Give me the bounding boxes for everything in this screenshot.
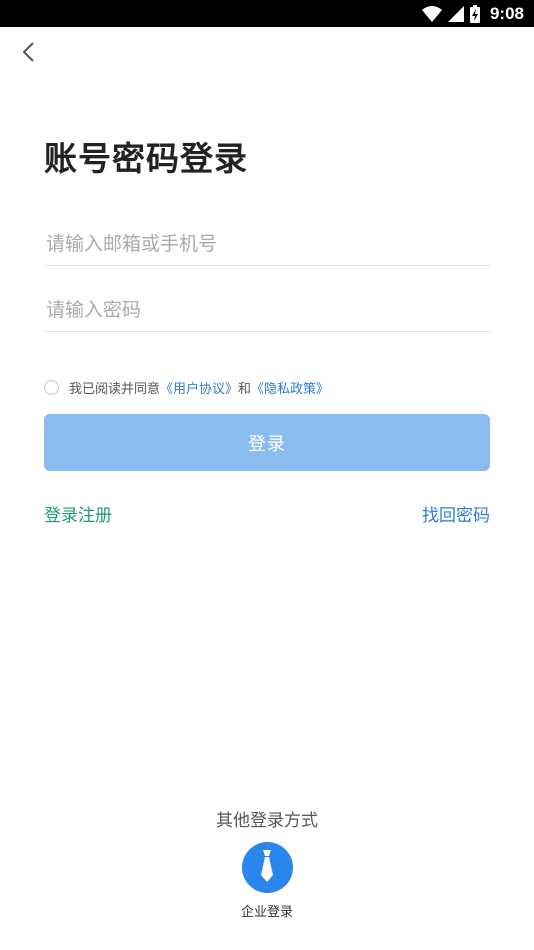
enterprise-login-label: 企业登录 [240,905,293,920]
agreement-row: 我已阅读并同意 《用户协议》 和 《隐私政策》 [44,378,329,397]
account-input[interactable] [44,222,490,266]
privacy-policy-link[interactable]: 《隐私政策》 [251,378,329,397]
other-login-title: 其他登录方式 [216,811,318,831]
agreement-conjunction: 和 [238,382,252,397]
back-button[interactable] [14,40,42,68]
battery-charging-icon [469,4,480,23]
enterprise-login-circle[interactable] [241,842,293,893]
enterprise-login-button[interactable]: 企业登录 [217,842,317,920]
forgot-password-link[interactable]: 找回密码 [422,501,490,526]
agreement-prefix: 我已阅读并同意 [69,382,161,397]
agreement-checkbox[interactable] [44,380,59,395]
user-agreement-link[interactable]: 《用户协议》 [160,378,238,397]
status-bar: 9:08 [0,0,534,27]
register-link[interactable]: 登录注册 [44,501,112,526]
cellular-signal-icon [447,5,464,22]
page-title: 账号密码登录 [44,139,248,178]
status-time: 9:08 [489,3,524,23]
chevron-left-icon [21,41,35,67]
login-button[interactable]: 登录 [44,414,490,471]
wifi-icon [421,5,442,22]
necktie-icon [259,849,275,886]
password-input[interactable] [44,288,490,332]
